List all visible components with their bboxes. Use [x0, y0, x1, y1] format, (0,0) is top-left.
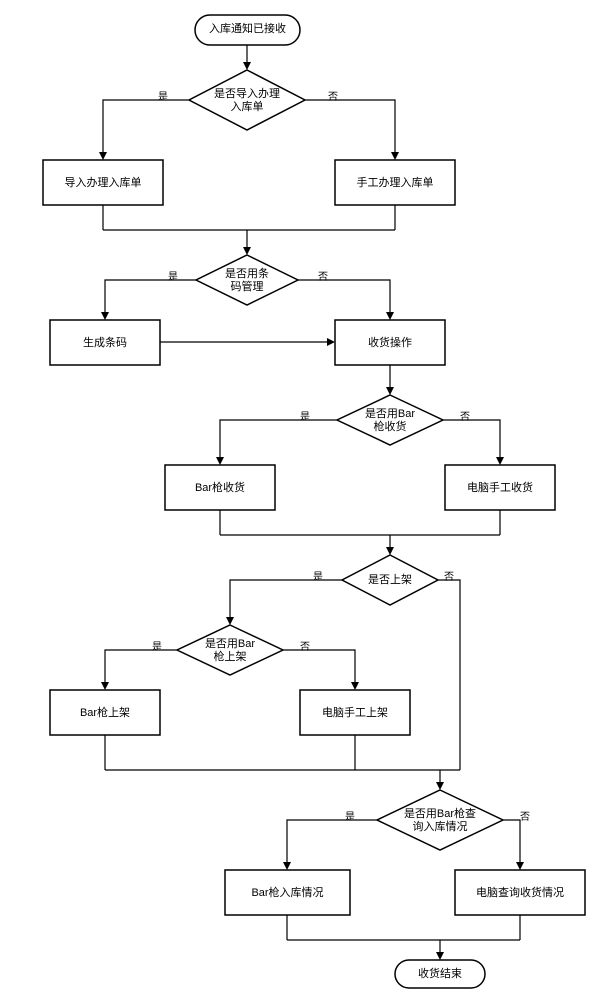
decision-import — [189, 70, 305, 130]
process-pc-query — [455, 870, 585, 915]
d2-yes: 是 — [168, 268, 178, 283]
process-gen-barcode — [50, 320, 160, 365]
d4-yes: 是 — [313, 568, 323, 583]
process-receive-op — [335, 320, 445, 365]
d1-yes: 是 — [158, 88, 168, 103]
decision-bar-query — [377, 790, 503, 850]
end-node — [395, 960, 485, 988]
decision-shelve — [342, 555, 438, 605]
process-bar-query — [225, 870, 350, 915]
decision-barcode-mgmt — [196, 255, 298, 305]
process-pc-shelve — [300, 690, 410, 735]
process-manual — [335, 160, 455, 205]
d3-no: 否 — [460, 408, 470, 423]
process-import — [43, 160, 163, 205]
start-node — [195, 15, 300, 45]
d6-no: 否 — [520, 808, 530, 823]
d4-no: 否 — [444, 568, 454, 583]
process-bar-receive — [165, 465, 275, 510]
d6-yes: 是 — [345, 808, 355, 823]
d5-yes: 是 — [152, 638, 162, 653]
d1-no: 否 — [328, 88, 338, 103]
process-pc-receive — [445, 465, 555, 510]
process-bar-shelve — [50, 690, 160, 735]
decision-bar-receive — [337, 395, 443, 445]
d2-no: 否 — [318, 268, 328, 283]
decision-bar-shelve — [177, 625, 283, 675]
d5-no: 否 — [300, 638, 310, 653]
d3-yes: 是 — [300, 408, 310, 423]
